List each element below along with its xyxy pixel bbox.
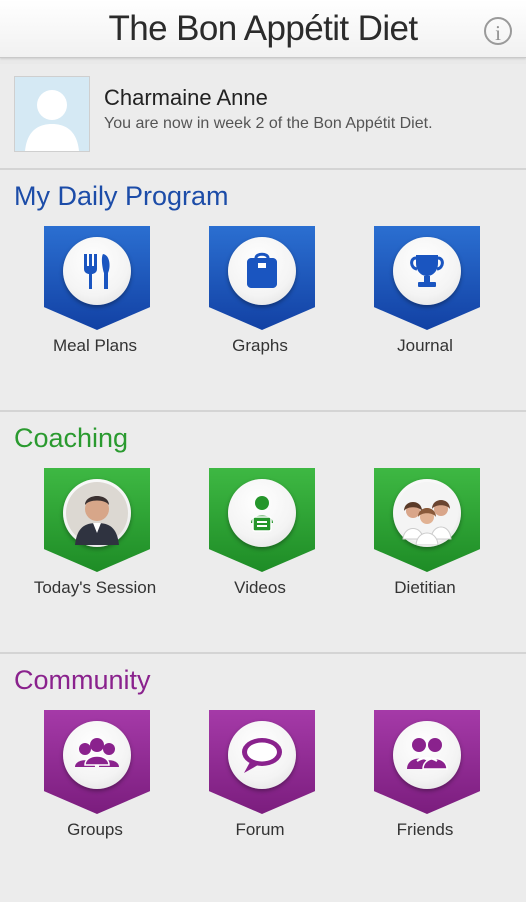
- tile-graphs[interactable]: Graphs: [200, 226, 320, 376]
- tile-label: Dietitian: [394, 578, 456, 597]
- section-coaching: Coaching Today's Session Videos Dietitia…: [0, 410, 526, 652]
- info-icon: i: [495, 21, 501, 45]
- badge-shield: [44, 468, 150, 572]
- section-title: Coaching: [14, 423, 129, 453]
- app-header: The Bon Appétit Diet i: [0, 0, 526, 58]
- section-community: Community Groups Forum Friends: [0, 652, 526, 902]
- tile-label: Friends: [396, 820, 454, 839]
- tile-groups[interactable]: Groups: [35, 710, 155, 860]
- tile-label: Journal: [397, 336, 453, 355]
- friends-icon: [407, 738, 448, 770]
- tile-label: Today's Session: [33, 578, 157, 597]
- tile-todays-session[interactable]: Today's Session: [34, 468, 156, 618]
- badge-shield: [44, 710, 150, 814]
- dietitian-photo-icon: [396, 482, 458, 545]
- group-icon: [75, 738, 119, 767]
- user-silhouette-icon: [15, 77, 89, 151]
- profile-card[interactable]: Charmaine Anne You are now in week 2 of …: [0, 64, 526, 170]
- speech-bubble-icon: [242, 738, 282, 773]
- scale-icon: [247, 252, 277, 288]
- badge-shield: [44, 226, 150, 330]
- fork-knife-icon: [84, 254, 110, 289]
- tile-forum[interactable]: Forum: [200, 710, 320, 860]
- badge-shield: [374, 226, 480, 330]
- badge-shield: [209, 226, 315, 330]
- section-title: Community: [14, 665, 151, 695]
- tile-dietitian[interactable]: Dietitian: [365, 468, 485, 618]
- section-my-daily-program: My Daily Program Meal Plans Graphs Journ…: [0, 168, 526, 410]
- tile-label: Meal Plans: [52, 336, 138, 355]
- tile-meal-plans[interactable]: Meal Plans: [35, 226, 155, 376]
- badge-shield: [374, 468, 480, 572]
- badge-shield: [209, 468, 315, 572]
- trophy-icon: [410, 255, 444, 287]
- tile-label: Forum: [235, 820, 285, 839]
- badge-shield: [374, 710, 480, 814]
- badge-shield: [209, 710, 315, 814]
- app-title: The Bon Appétit Diet: [108, 9, 418, 48]
- section-title: My Daily Program: [14, 181, 229, 211]
- tile-label: Graphs: [232, 336, 288, 355]
- coach-photo-icon: [66, 482, 128, 545]
- avatar: [14, 76, 90, 152]
- tile-videos[interactable]: Videos: [200, 468, 320, 618]
- tile-label: Groups: [67, 820, 123, 839]
- tile-label: Videos: [234, 578, 286, 597]
- profile-status: You are now in week 2 of the Bon Appétit…: [104, 115, 433, 132]
- info-button[interactable]: i: [484, 17, 512, 45]
- tile-journal[interactable]: Journal: [365, 226, 485, 376]
- tile-friends[interactable]: Friends: [365, 710, 485, 860]
- profile-name: Charmaine Anne: [104, 85, 268, 110]
- video-presenter-icon: [251, 496, 273, 532]
